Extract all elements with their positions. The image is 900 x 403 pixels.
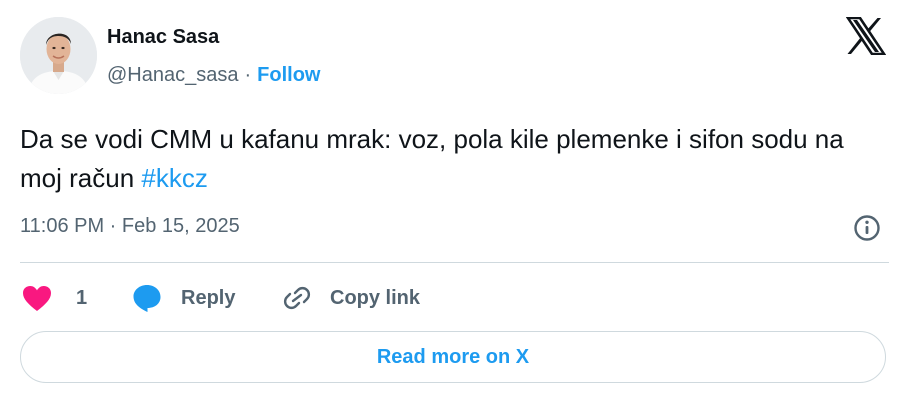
author-handle[interactable]: @Hanac_sasa — [107, 64, 238, 86]
link-icon — [283, 286, 311, 310]
author-handle-row: @Hanac_sasa · Follow — [107, 64, 320, 87]
avatar-photo — [20, 17, 97, 94]
reply-label: Reply — [181, 286, 236, 309]
speech-bubble-icon — [133, 285, 161, 312]
copy-link-button[interactable]: Copy link — [281, 278, 420, 318]
heart-icon — [23, 285, 51, 311]
like-button[interactable]: 1 — [22, 278, 87, 318]
info-icon[interactable] — [852, 213, 882, 243]
reply-button[interactable]: Reply — [132, 278, 235, 318]
like-count: 1 — [76, 286, 88, 309]
read-more-button[interactable]: Read more on X — [20, 331, 886, 383]
author-name[interactable]: Hanac Sasa — [107, 26, 219, 49]
hashtag-link[interactable]: #kkcz — [141, 163, 207, 193]
follow-link[interactable]: Follow — [257, 64, 320, 86]
avatar[interactable] — [20, 17, 97, 94]
x-logo-icon[interactable] — [846, 17, 886, 55]
tweet-embed-card: Hanac Sasa @Hanac_sasa · Follow Da se vodi… — [0, 0, 900, 403]
tweet-timestamp[interactable]: 11:06 PM · Feb 15, 2025 — [20, 215, 240, 238]
divider — [20, 262, 889, 263]
separator-dot: · — [244, 64, 252, 86]
read-more-label: Read more on X — [376, 345, 530, 368]
copy-link-label: Copy link — [330, 286, 421, 309]
tweet-text: Da se vodi CMM u kafanu mrak: voz, pola … — [20, 120, 890, 198]
